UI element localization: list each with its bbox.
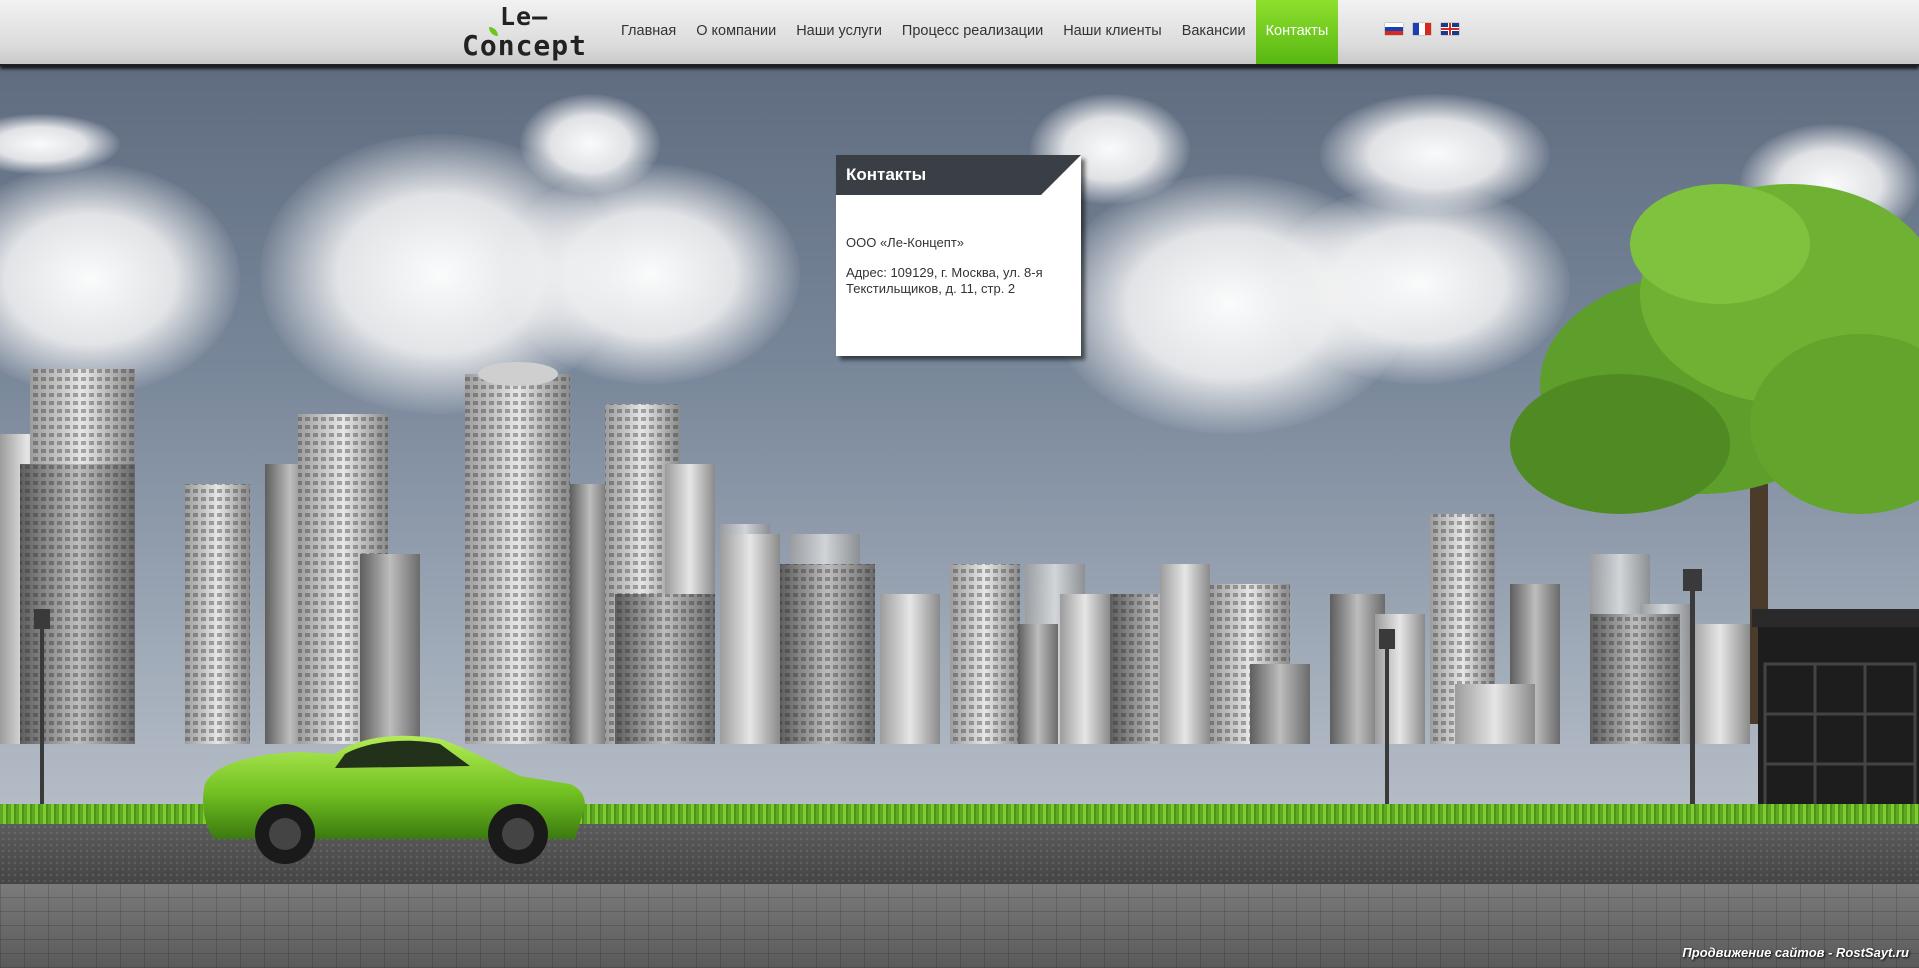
main-nav: Главная О компании Наши услуги Процесс р… (611, 0, 1339, 64)
russian-flag-icon[interactable] (1385, 23, 1403, 35)
nav-item-services[interactable]: Наши услуги (786, 0, 892, 64)
language-switcher (1385, 23, 1459, 35)
logo-line-2: Concept (462, 29, 588, 62)
nav-item-vacancies[interactable]: Вакансии (1172, 0, 1256, 64)
french-flag-icon[interactable] (1413, 23, 1431, 35)
company-address: Адрес: 109129, г. Москва, ул. 8-я Тексти… (846, 265, 1043, 296)
company-name: ООО «Ле-Концепт» (846, 235, 965, 250)
contacts-body: ООО «Ле-Концепт» Адрес: 109129, г. Москв… (836, 195, 1081, 297)
contacts-panel: Контакты ООО «Ле-Концепт» Адрес: 109129,… (836, 155, 1081, 356)
nav-item-contacts[interactable]: Контакты (1255, 0, 1339, 64)
site-logo[interactable]: Le– Concept (462, 2, 588, 62)
contacts-panel-header: Контакты (836, 155, 1081, 195)
nav-item-about[interactable]: О компании (686, 0, 786, 64)
contacts-title: Контакты (846, 165, 927, 184)
nav-item-clients[interactable]: Наши клиенты (1053, 0, 1172, 64)
english-flag-icon[interactable] (1441, 23, 1459, 35)
nav-item-home[interactable]: Главная (611, 0, 686, 64)
nav-item-process[interactable]: Процесс реализации (892, 0, 1053, 64)
site-header: Le– Concept Главная О компании Наши услу… (0, 0, 1919, 66)
logo-line-1: Le– (500, 2, 549, 31)
footer-credit-link[interactable]: Продвижение сайтов - RostSayt.ru (1682, 945, 1909, 960)
